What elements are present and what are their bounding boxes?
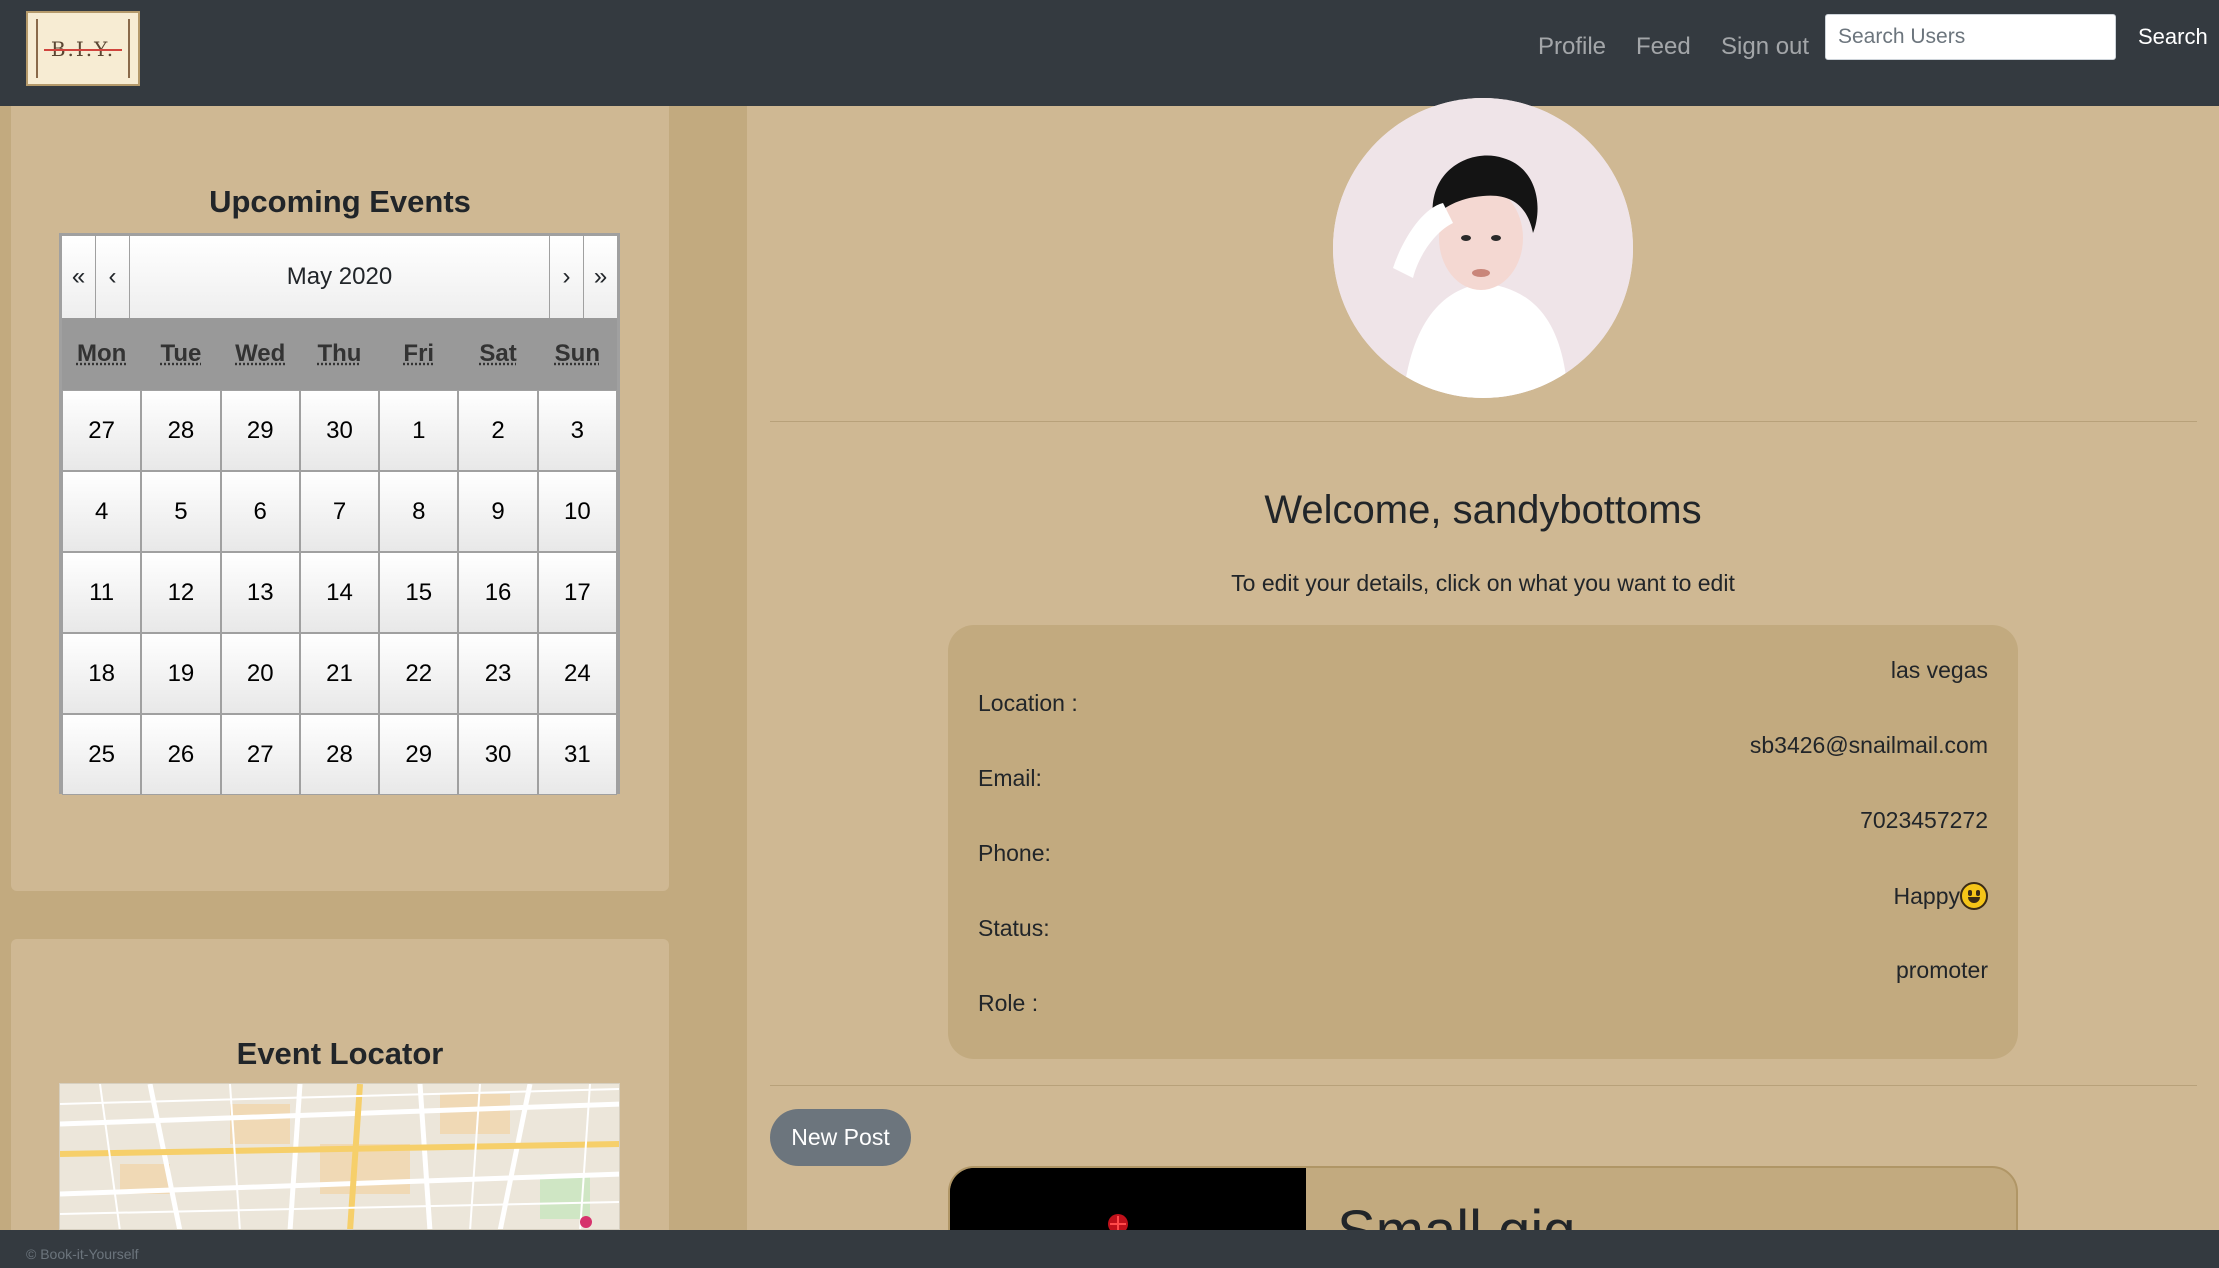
calendar-day[interactable]: 19 xyxy=(141,633,221,714)
status-text: Happy xyxy=(1893,883,1960,909)
posts-divider xyxy=(770,1085,2197,1086)
calendar-day[interactable]: 2 xyxy=(458,390,538,471)
calendar-day[interactable]: 13 xyxy=(220,552,300,633)
calendar-day[interactable]: 28 xyxy=(299,714,380,795)
weekday-wed: Wed xyxy=(235,340,286,367)
logo-strike xyxy=(44,48,122,51)
calendar-day[interactable]: 11 xyxy=(62,552,142,633)
calendar-next-year-button[interactable]: » xyxy=(583,236,617,318)
phone-label: Phone: xyxy=(978,840,1051,866)
weekday-thu: Thu xyxy=(317,340,362,367)
welcome-heading: Welcome, sandybottoms xyxy=(1264,488,1702,532)
calendar-day[interactable]: 27 xyxy=(220,714,300,795)
calendar-day[interactable]: 15 xyxy=(379,552,459,633)
smiley-icon xyxy=(1960,882,1988,910)
calendar-day[interactable]: 31 xyxy=(537,714,617,795)
calendar-day[interactable]: 23 xyxy=(458,633,538,714)
nav-feed-link[interactable]: Feed xyxy=(1636,33,1691,61)
detail-row-location[interactable]: Location : las vegas xyxy=(978,657,1988,717)
search-button[interactable]: Search xyxy=(2138,24,2208,50)
status-value[interactable]: Happy xyxy=(1894,882,1988,910)
calendar-day[interactable]: 28 xyxy=(141,390,221,471)
calendar-next-month-button[interactable]: › xyxy=(549,236,583,318)
calendar-day[interactable]: 16 xyxy=(458,552,538,633)
column-gutter xyxy=(669,106,747,1230)
footer-copyright: © Book-it-Yourself xyxy=(26,1246,139,1262)
weekday-sat: Sat xyxy=(479,340,517,367)
calendar-day[interactable]: 8 xyxy=(379,471,459,552)
calendar-day[interactable]: 29 xyxy=(220,390,300,471)
post-card[interactable]: Small gig xyxy=(948,1166,2018,1236)
post-thumbnail xyxy=(950,1168,1306,1234)
calendar-day[interactable]: 30 xyxy=(299,390,380,471)
calendar-day[interactable]: 27 xyxy=(62,390,142,471)
calendar-day[interactable]: 18 xyxy=(62,633,142,714)
profile-details-panel: Location : las vegas Email: sb3426@snail… xyxy=(948,625,2018,1059)
calendar-day[interactable]: 10 xyxy=(537,471,617,552)
profile-divider xyxy=(770,421,2197,422)
post-image xyxy=(950,1168,1306,1234)
calendar-day[interactable]: 20 xyxy=(220,633,300,714)
email-label: Email: xyxy=(978,765,1042,791)
calendar-day[interactable]: 26 xyxy=(141,714,221,795)
calendar-prev-month-button[interactable]: ‹ xyxy=(96,236,130,318)
detail-row-email[interactable]: Email: sb3426@snailmail.com xyxy=(978,732,1988,792)
calendar-day[interactable]: 6 xyxy=(220,471,300,552)
navbar: B.I.Y. Profile Feed Sign out Search xyxy=(0,0,2219,106)
nav-signout-link[interactable]: Sign out xyxy=(1721,33,1809,61)
email-value[interactable]: sb3426@snailmail.com xyxy=(1750,732,1988,759)
calendar-prev-year-button[interactable]: « xyxy=(62,236,96,318)
calendar-day[interactable]: 12 xyxy=(141,552,221,633)
calendar-day[interactable]: 30 xyxy=(458,714,538,795)
calendar-day[interactable]: 9 xyxy=(458,471,538,552)
profile-avatar[interactable] xyxy=(1333,98,1633,398)
logo[interactable]: B.I.Y. xyxy=(26,11,140,86)
calendar-day[interactable]: 25 xyxy=(62,714,142,795)
calendar-day[interactable]: 29 xyxy=(379,714,459,795)
calendar-day[interactable]: 17 xyxy=(537,552,617,633)
events-calendar: « ‹ May 2020 › » Mon Tue Wed Thu Fri Sat Sun 2… xyxy=(59,233,620,795)
role-label: Role : xyxy=(978,990,1039,1016)
event-locator-title: Event Locator xyxy=(236,1036,444,1071)
nav-profile-link[interactable]: Profile xyxy=(1538,33,1606,61)
calendar-day[interactable]: 21 xyxy=(299,633,380,714)
calendar-navigation: « ‹ May 2020 › » xyxy=(62,236,617,318)
calendar-month-label[interactable]: May 2020 xyxy=(130,236,549,318)
calendar-day[interactable]: 4 xyxy=(62,471,142,552)
weekday-mon: Mon xyxy=(76,340,127,367)
edit-hint-text: To edit your details, click on what you … xyxy=(1231,570,1735,596)
calendar-day[interactable]: 14 xyxy=(299,552,380,633)
calendar-day-grid: 27 28 29 30 1 2 3 4 5 6 7 8 9 10 11 12 13 14 15 16 17 18 19 20 2… xyxy=(62,390,617,795)
upcoming-events-title: Upcoming Events xyxy=(209,184,471,219)
calendar-day[interactable]: 5 xyxy=(141,471,221,552)
calendar-day[interactable]: 24 xyxy=(537,633,617,714)
calendar-day[interactable]: 7 xyxy=(299,471,380,552)
calendar-day[interactable]: 1 xyxy=(379,390,459,471)
location-label: Location : xyxy=(978,690,1078,716)
detail-row-phone[interactable]: Phone: 7023457272 xyxy=(978,807,1988,867)
role-value[interactable]: promoter xyxy=(1896,957,1988,984)
weekday-sun: Sun xyxy=(554,340,600,367)
calendar-day[interactable]: 3 xyxy=(537,390,617,471)
search-users-input[interactable] xyxy=(1825,14,2116,60)
location-value[interactable]: las vegas xyxy=(1891,657,1988,684)
weekday-tue: Tue xyxy=(160,340,202,367)
calendar-day[interactable]: 22 xyxy=(379,633,459,714)
weekday-fri: Fri xyxy=(403,340,435,367)
status-label: Status: xyxy=(978,915,1050,941)
calendar-weekday-header: Mon Tue Wed Thu Fri Sat Sun xyxy=(62,318,617,390)
avatar-image xyxy=(1333,98,1633,398)
logo-mark: B.I.Y. xyxy=(36,19,130,78)
event-map[interactable] xyxy=(59,1083,620,1230)
footer: © Book-it-Yourself xyxy=(0,1230,2219,1268)
detail-row-status[interactable]: Status: Happy xyxy=(978,882,1988,942)
new-post-button[interactable]: New Post xyxy=(770,1109,911,1166)
map-graphic xyxy=(60,1084,619,1229)
phone-value[interactable]: 7023457272 xyxy=(1860,807,1988,834)
detail-row-role[interactable]: Role : promoter xyxy=(978,957,1988,1017)
